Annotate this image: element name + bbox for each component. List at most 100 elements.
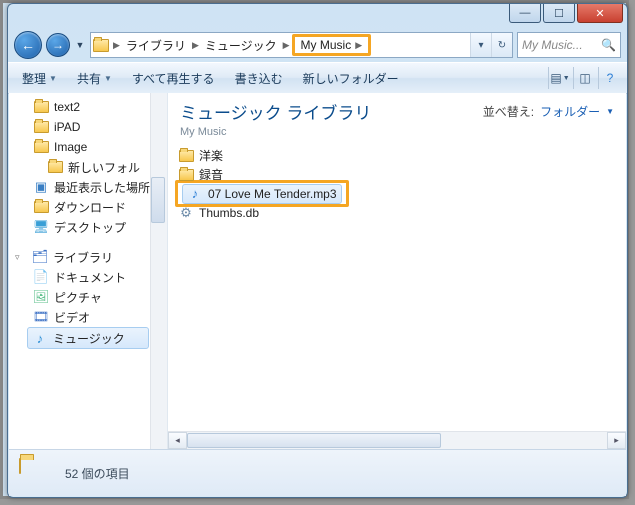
folder-icon xyxy=(33,99,49,115)
play-all-button[interactable]: すべて再生する xyxy=(124,68,223,89)
location-icon xyxy=(91,35,111,55)
folder-icon xyxy=(178,167,194,183)
arrange-value[interactable]: フォルダー xyxy=(540,103,600,120)
breadcrumb-current-highlight: My Music ▶ xyxy=(292,34,372,56)
chevron-down-icon: ▼ xyxy=(104,74,112,83)
sidebar-item-label: ドキュメント xyxy=(54,269,126,286)
search-icon: 🔍 xyxy=(601,38,616,52)
folder-icon xyxy=(19,459,53,487)
library-title: ミュージック ライブラリ xyxy=(180,99,371,124)
scroll-right-button[interactable]: ▸ xyxy=(607,432,626,449)
library-subtitle: My Music xyxy=(180,126,371,138)
share-menu[interactable]: 共有 ▼ xyxy=(69,68,120,89)
search-placeholder: My Music... xyxy=(522,38,583,52)
nav-history-dropdown[interactable]: ▼ xyxy=(74,35,86,55)
sidebar-item-label: デスクトップ xyxy=(54,219,126,236)
chevron-down-icon: ▿ xyxy=(15,252,27,263)
sidebar-item-text2[interactable]: text2 xyxy=(9,97,167,117)
scroll-left-button[interactable]: ◂ xyxy=(168,432,187,449)
sidebar-item-label: iPAD xyxy=(54,120,80,134)
folder-icon xyxy=(33,119,49,135)
sidebar-item-ipad[interactable]: iPAD xyxy=(9,117,167,137)
sidebar-item-label: ミュージック xyxy=(53,330,125,347)
close-button[interactable]: ✕ xyxy=(577,4,623,23)
chevron-down-icon[interactable]: ▼ xyxy=(606,107,614,116)
sidebar-item-label: 新しいフォル xyxy=(68,159,140,176)
scrollbar-thumb[interactable] xyxy=(187,433,441,448)
sidebar-item-desktop[interactable]: 🖥 デスクトップ xyxy=(9,217,167,237)
sidebar-group-libraries[interactable]: ▿ 🗂 ライブラリ xyxy=(9,247,167,267)
list-item-highlighted[interactable]: ♪ 07 Love Me Tender.mp3 xyxy=(178,184,616,203)
forward-button[interactable]: → xyxy=(46,33,70,57)
sidebar-item-music[interactable]: ♪ ミュージック xyxy=(27,327,149,349)
view-options-button[interactable]: ▤▼ xyxy=(548,67,571,89)
list-item[interactable]: 洋楽 xyxy=(178,146,616,165)
horizontal-scrollbar[interactable]: ◂ ▸ xyxy=(168,431,626,449)
arrange-label: 並べ替え: xyxy=(483,103,534,120)
toolbar: 整理 ▼ 共有 ▼ すべて再生する 書き込む 新しいフォルダー ▤▼ ◫ ? xyxy=(8,62,627,94)
sidebar-item-label: 最近表示した場所 xyxy=(54,179,150,196)
system-file-icon: ⚙ xyxy=(178,205,194,221)
sidebar-item-label: ダウンロード xyxy=(54,199,126,216)
file-list[interactable]: 洋楽 録音 ♪ 07 Love Me Tender.mp3 ⚙ xyxy=(168,140,626,431)
annotation-highlight: ♪ 07 Love Me Tender.mp3 xyxy=(175,180,349,207)
chevron-down-icon: ▼ xyxy=(49,74,57,83)
sidebar-item-label: ビデオ xyxy=(54,309,90,326)
library-header: ミュージック ライブラリ My Music 並べ替え: フォルダー ▼ xyxy=(168,93,626,140)
new-folder-button[interactable]: 新しいフォルダー xyxy=(295,68,407,89)
nav-row: ← → ▼ ▶ ライブラリ ▶ ミュージック ▶ My Music ▶ ▾ ↻ … xyxy=(8,28,627,62)
file-name: Thumbs.db xyxy=(199,206,259,220)
status-text: 52 個の項目 xyxy=(65,465,130,482)
titlebar: — ☐ ✕ xyxy=(8,4,627,28)
sidebar-item-newfolder[interactable]: 新しいフォル xyxy=(9,157,167,177)
organize-label: 整理 xyxy=(22,70,46,87)
search-input[interactable]: My Music... 🔍 xyxy=(517,32,621,58)
scrollbar-thumb[interactable] xyxy=(151,177,165,223)
music-icon: ♪ xyxy=(32,330,48,346)
folder-icon xyxy=(47,159,63,175)
sidebar-item-videos[interactable]: 🎞 ビデオ xyxy=(9,307,167,327)
file-selection: ♪ 07 Love Me Tender.mp3 xyxy=(182,184,342,204)
recent-places-icon: ▣ xyxy=(33,179,49,195)
navigation-pane: text2 iPAD Image 新しいフォル ▣ 最近表示した場所 ダウンロー… xyxy=(9,93,168,449)
back-button[interactable]: ← xyxy=(14,31,42,59)
sidebar-item-documents[interactable]: 📄 ドキュメント xyxy=(9,267,167,287)
videos-icon: 🎞 xyxy=(33,309,49,325)
sidebar-group-label: ライブラリ xyxy=(53,249,113,266)
documents-icon: 📄 xyxy=(33,269,49,285)
desktop-icon: 🖥 xyxy=(33,219,49,235)
help-button[interactable]: ? xyxy=(598,67,621,89)
status-bar: 52 個の項目 xyxy=(9,449,626,496)
minimize-button[interactable]: — xyxy=(509,4,541,23)
chevron-right-icon[interactable]: ▶ xyxy=(281,40,292,51)
sidebar-item-image[interactable]: Image xyxy=(9,137,167,157)
file-name: 07 Love Me Tender.mp3 xyxy=(208,187,337,201)
address-dropdown-button[interactable]: ▾ xyxy=(470,33,491,57)
sidebar-item-label: Image xyxy=(54,140,87,154)
burn-button[interactable]: 書き込む xyxy=(227,68,291,89)
file-name: 洋楽 xyxy=(199,147,223,164)
sidebar-scrollbar[interactable] xyxy=(150,93,167,449)
breadcrumb-libraries[interactable]: ライブラリ xyxy=(122,37,190,54)
content-area: text2 iPAD Image 新しいフォル ▣ 最近表示した場所 ダウンロー… xyxy=(9,93,626,449)
scrollbar-track[interactable] xyxy=(187,433,607,448)
folder-icon xyxy=(33,199,49,215)
arrange-by: 並べ替え: フォルダー ▼ xyxy=(483,99,614,120)
address-bar[interactable]: ▶ ライブラリ ▶ ミュージック ▶ My Music ▶ ▾ ↻ xyxy=(90,32,513,58)
breadcrumb-music[interactable]: ミュージック xyxy=(201,37,281,54)
chevron-right-icon[interactable]: ▶ xyxy=(190,40,201,51)
organize-menu[interactable]: 整理 ▼ xyxy=(14,68,65,89)
sidebar-item-label: ピクチャ xyxy=(54,289,102,306)
refresh-button[interactable]: ↻ xyxy=(491,33,512,57)
maximize-button[interactable]: ☐ xyxy=(543,4,575,23)
sidebar-item-pictures[interactable]: 🖼 ピクチャ xyxy=(9,287,167,307)
list-item[interactable]: ⚙ Thumbs.db xyxy=(178,203,616,222)
sidebar-item-recent[interactable]: ▣ 最近表示した場所 xyxy=(9,177,167,197)
chevron-right-icon[interactable]: ▶ xyxy=(353,40,364,51)
folder-icon xyxy=(33,139,49,155)
chevron-right-icon[interactable]: ▶ xyxy=(111,40,122,51)
preview-pane-button[interactable]: ◫ xyxy=(573,67,596,89)
breadcrumb-mymusic[interactable]: My Music xyxy=(299,38,354,52)
sidebar-item-downloads[interactable]: ダウンロード xyxy=(9,197,167,217)
sidebar-item-label: text2 xyxy=(54,100,80,114)
